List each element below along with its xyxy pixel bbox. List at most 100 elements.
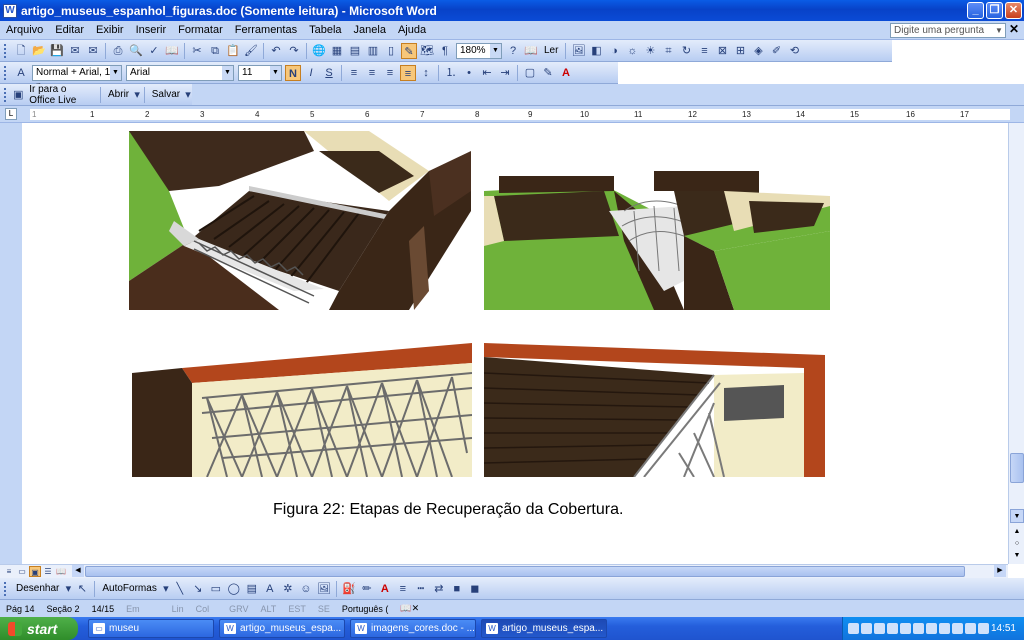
font-color-icon[interactable]: A	[558, 65, 574, 81]
chevron-down-icon[interactable]: ▾	[185, 87, 191, 103]
word-app-icon[interactable]: W	[3, 3, 17, 18]
print-icon[interactable]: ⎙	[110, 43, 126, 59]
taskbar-item[interactable]: Wartigo_museus_espa...	[219, 619, 345, 638]
chevron-down-icon[interactable]: ▼	[222, 65, 233, 80]
draw-menu-button[interactable]: Desenhar	[12, 583, 63, 594]
contrast-icon[interactable]: ◑	[606, 43, 622, 59]
read-button[interactable]: Ler	[540, 45, 562, 56]
drawing-icon[interactable]: ✎	[401, 42, 417, 59]
underline-button[interactable]: S	[321, 65, 337, 81]
crop-icon[interactable]: ⌗	[660, 43, 676, 59]
tray-antivirus-icon[interactable]	[874, 623, 885, 634]
email-icon[interactable]: ✉	[85, 43, 101, 59]
close-button[interactable]: ✕	[1005, 2, 1022, 19]
tray-battery-icon[interactable]	[939, 623, 950, 634]
picture-icon[interactable]: 🖼	[316, 581, 332, 597]
chevron-down-icon[interactable]: ▼	[270, 65, 281, 80]
dash-style-icon[interactable]: ┅	[413, 581, 429, 597]
tray-network-icon[interactable]	[861, 623, 872, 634]
document-map-icon[interactable]: 🗺	[419, 43, 435, 59]
line-style-icon[interactable]: ≡	[696, 43, 712, 59]
menu-inserir[interactable]: Inserir	[130, 24, 173, 36]
font-color-icon[interactable]: A	[377, 581, 393, 597]
insert-excel-icon[interactable]: ▥	[365, 43, 381, 59]
scroll-left-arrow[interactable]: ◀	[72, 565, 84, 577]
chevron-down-icon[interactable]: ▼	[110, 65, 121, 80]
tab-selector[interactable]: L	[5, 108, 17, 120]
line-icon[interactable]: ╲	[172, 581, 188, 597]
rotate-icon[interactable]: ↻	[678, 43, 694, 59]
style-select[interactable]: Normal + Arial, 11 p▼	[32, 64, 122, 92]
fill-color-icon[interactable]: ⛽	[341, 581, 357, 597]
italic-button[interactable]: I	[303, 65, 319, 81]
borders-icon[interactable]: ▢	[522, 65, 538, 81]
image-control-icon[interactable]: ◧	[588, 43, 604, 59]
research-icon[interactable]: 📖	[164, 43, 180, 59]
font-size-select[interactable]: 11 ▼	[238, 64, 282, 81]
font-select[interactable]: Arial ▼	[126, 64, 234, 81]
ask-question-input[interactable]: Digite uma pergunta ▼	[890, 23, 1006, 38]
scroll-right-arrow[interactable]: ▶	[994, 565, 1006, 577]
clip-art-icon[interactable]: ☺	[298, 581, 314, 597]
toolbar-grip[interactable]	[4, 65, 8, 80]
chevron-down-icon[interactable]: ▾	[134, 87, 140, 103]
brightness-icon[interactable]: ☼	[624, 43, 640, 59]
menu-tabela[interactable]: Tabela	[303, 24, 347, 36]
compress-icon[interactable]: ⊠	[714, 43, 730, 59]
menu-formatar[interactable]: Formatar	[172, 24, 229, 36]
tray-security-icon[interactable]	[900, 623, 911, 634]
minimize-button[interactable]: _	[967, 2, 984, 19]
tray-volume-icon[interactable]	[887, 623, 898, 634]
copy-icon[interactable]: ⧉	[207, 43, 223, 59]
bold-button[interactable]: N	[285, 64, 301, 81]
next-page-icon[interactable]: ▼	[1010, 549, 1024, 563]
toolbar-grip[interactable]	[4, 87, 7, 102]
hyperlink-icon[interactable]: 🌐	[311, 43, 327, 59]
vertical-scroll-thumb[interactable]	[1010, 453, 1024, 483]
align-left-icon[interactable]: ≡	[346, 65, 362, 81]
taskbar-item[interactable]: Wimagens_cores.doc - ...	[350, 619, 476, 638]
format-painter-icon[interactable]: 🖌	[243, 43, 259, 59]
save-button[interactable]: Salvar	[148, 89, 184, 100]
horizontal-ruler[interactable]: L 1 1 2 3 4 5 6 7 8 9 10 11 12 13 14 15 …	[0, 106, 1024, 123]
select-objects-icon[interactable]: ↖	[74, 581, 90, 597]
styles-icon[interactable]: A	[13, 65, 29, 81]
close-document-icon[interactable]: ✕	[1009, 22, 1019, 36]
status-extend[interactable]: EST	[282, 604, 312, 614]
menu-exibir[interactable]: Exibir	[90, 24, 130, 36]
columns-icon[interactable]: ▯	[383, 43, 399, 59]
document-page[interactable]: Figura 22: Etapas de Recuperação da Cobe…	[0, 123, 1008, 564]
tray-update-icon[interactable]	[913, 623, 924, 634]
start-button[interactable]: start	[0, 617, 78, 640]
tray-arrow-icon[interactable]	[848, 623, 859, 634]
cut-icon[interactable]: ✂	[189, 43, 205, 59]
web-view-icon[interactable]: ▭	[16, 566, 28, 577]
office-live-icon[interactable]: ▣	[12, 87, 24, 103]
horizontal-scrollbar[interactable]: ≡ ▭ ▣ ☰ 📖 ◀ ▶	[0, 564, 1008, 578]
justify-icon[interactable]: ≡	[400, 64, 416, 81]
status-overtype[interactable]: SE	[312, 604, 336, 614]
tray-messenger-icon[interactable]	[926, 623, 937, 634]
highlight-icon[interactable]: ✎	[540, 65, 556, 81]
text-box-icon[interactable]: ▤	[244, 581, 260, 597]
3d-style-icon[interactable]: ◼	[467, 581, 483, 597]
tray-sync-icon[interactable]	[952, 623, 963, 634]
chevron-down-icon[interactable]: ▾	[64, 581, 72, 597]
horizontal-scroll-thumb[interactable]	[85, 566, 965, 577]
print-preview-icon[interactable]: 🔍	[128, 43, 144, 59]
text-wrap-icon[interactable]: ⊞	[732, 43, 748, 59]
menu-ferramentas[interactable]: Ferramentas	[229, 24, 303, 36]
numbering-icon[interactable]: ⒈	[443, 65, 459, 81]
increase-indent-icon[interactable]: ⇥	[497, 65, 513, 81]
shadow-icon[interactable]: ■	[449, 581, 465, 597]
chevron-down-icon[interactable]: ▾	[162, 581, 170, 597]
transparent-color-icon[interactable]: ✐	[768, 43, 784, 59]
oval-icon[interactable]: ◯	[226, 581, 242, 597]
autoshapes-button[interactable]: AutoFormas	[98, 583, 160, 594]
maximize-button[interactable]: ❐	[986, 2, 1003, 19]
menu-arquivo[interactable]: Arquivo	[0, 24, 49, 36]
paste-icon[interactable]: 📋	[225, 43, 241, 59]
vertical-scrollbar[interactable]: ▼ ▲ ○ ▼	[1008, 123, 1024, 564]
arrow-style-icon[interactable]: ⇄	[431, 581, 447, 597]
ruler-track[interactable]: 1 1 2 3 4 5 6 7 8 9 10 11 12 13 14 15 16…	[30, 109, 1010, 120]
